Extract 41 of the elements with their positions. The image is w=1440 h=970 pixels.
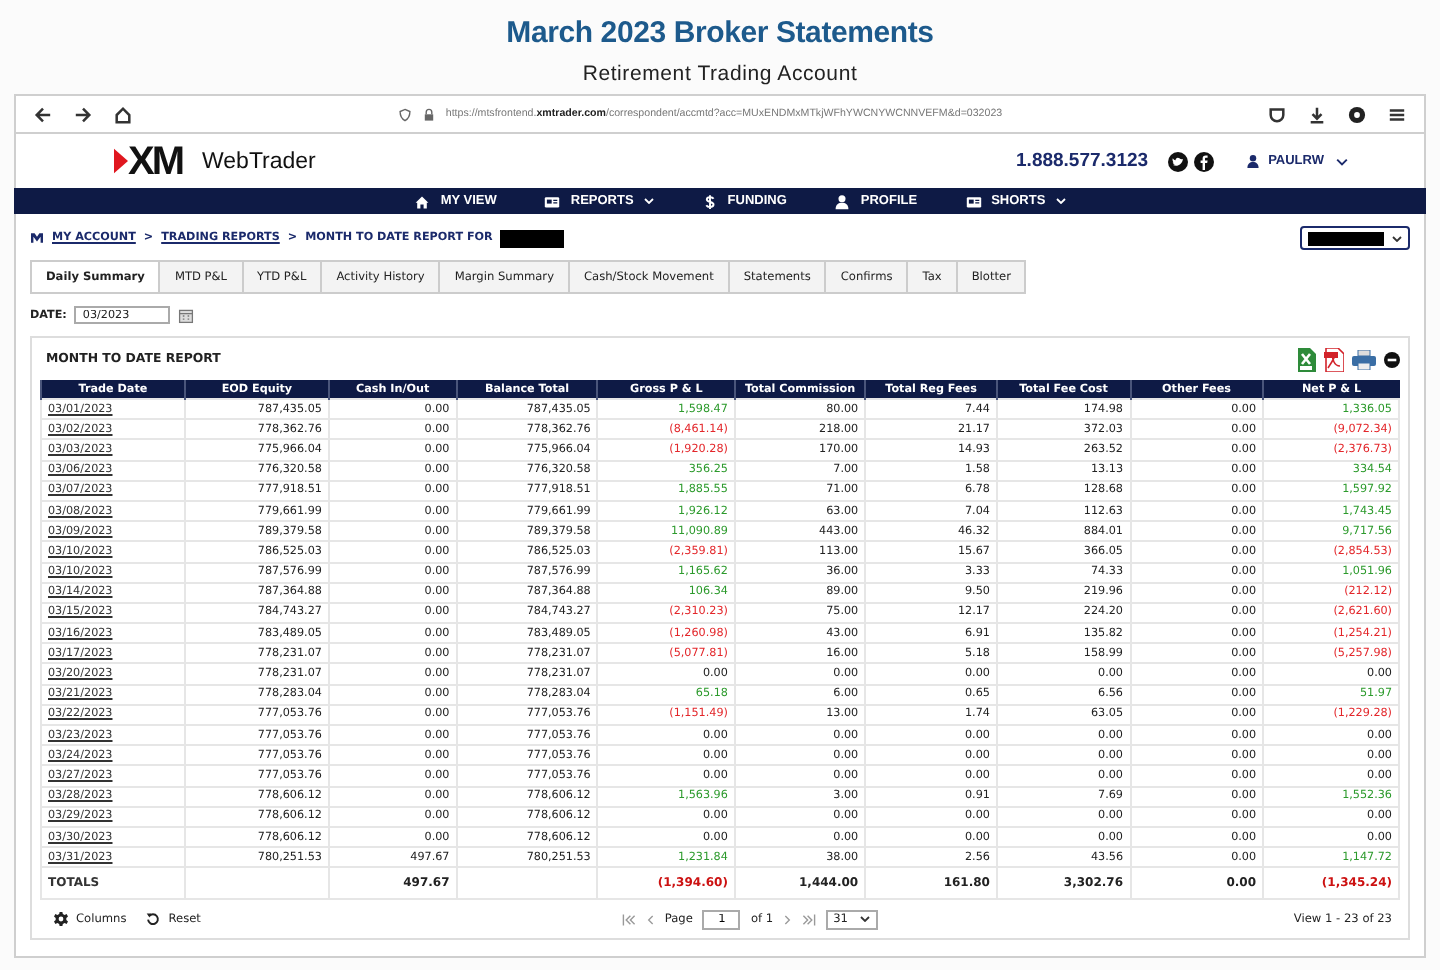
card-icon	[965, 193, 982, 209]
home-icon	[414, 193, 431, 209]
card-icon	[544, 193, 561, 209]
menu-icon[interactable]	[1388, 105, 1406, 123]
user-icon	[1246, 154, 1261, 168]
bird-icon[interactable]	[1168, 151, 1189, 171]
brand-name: WebTrader	[202, 149, 316, 173]
redacted-block	[500, 229, 565, 247]
forward-icon[interactable]	[74, 105, 92, 123]
caret-icon	[1392, 235, 1402, 241]
breadcrumb-icon	[30, 232, 44, 244]
account-dropdown[interactable]	[1300, 226, 1410, 250]
pdf-icon[interactable]	[1324, 347, 1344, 371]
facebook-icon[interactable]	[1194, 151, 1215, 171]
next-page-icon[interactable]	[783, 913, 792, 926]
caret-icon	[859, 916, 870, 923]
phone-number: 1.888.577.3123	[1016, 150, 1149, 172]
lock-icon	[421, 107, 436, 121]
collapse-icon[interactable]	[1384, 351, 1400, 367]
calendar-icon[interactable]	[178, 307, 195, 323]
person-icon	[834, 193, 851, 209]
caret-icon	[1336, 157, 1348, 165]
page-subtitle: Retirement Trading Account	[580, 62, 860, 86]
dollar-icon	[701, 193, 718, 209]
gear-icon	[54, 912, 68, 927]
spreadsheet-icon[interactable]	[1296, 347, 1316, 371]
back-icon[interactable]	[34, 105, 52, 123]
home-icon[interactable]	[114, 105, 132, 123]
page-title: March 2023 Broker Statements	[504, 16, 936, 50]
reset-icon	[146, 912, 161, 927]
pocket-icon[interactable]	[1268, 105, 1286, 123]
previous-page-icon[interactable]	[646, 913, 655, 926]
first-page-icon[interactable]	[622, 913, 637, 926]
account-icon[interactable]	[1348, 105, 1366, 123]
redacted-block	[1308, 231, 1384, 245]
printer-icon[interactable]	[1352, 349, 1376, 369]
shield-icon	[397, 107, 412, 121]
logo-text: XM	[128, 141, 182, 181]
triangle-icon	[114, 148, 128, 174]
download-icon[interactable]	[1308, 105, 1326, 123]
last-page-icon[interactable]	[801, 913, 816, 926]
